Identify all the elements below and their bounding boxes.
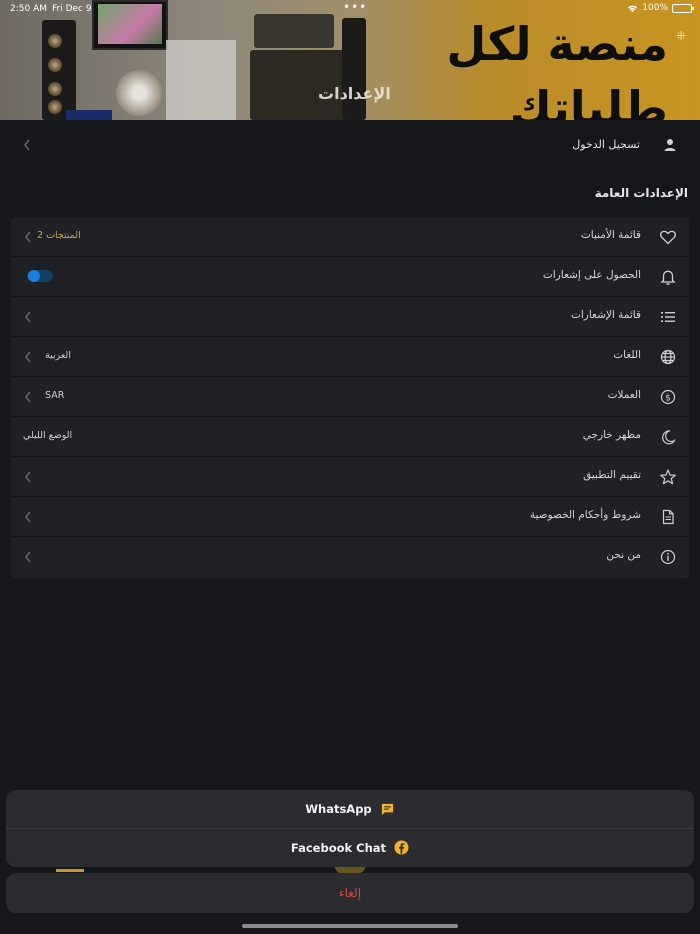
multitasking-dots-icon[interactable]: ••• [343, 0, 367, 14]
list-icon [659, 308, 677, 326]
settings-row-notifications: الحصول على إشعارات [11, 257, 689, 297]
chevron-left-icon [23, 470, 33, 484]
bell-icon [659, 268, 677, 286]
chat-bubble-icon [381, 803, 393, 815]
settings-row-privacy-terms[interactable]: شروط وأحكام الخصوصية [11, 497, 689, 537]
facebook-icon [394, 840, 409, 855]
language-value: العربية [45, 350, 71, 361]
status-date: Fri Dec 9 [52, 4, 92, 14]
settings-row-label: من نحن [606, 549, 641, 561]
settings-row-label: تقييم التطبيق [583, 469, 641, 481]
settings-row-label: الحصول على إشعارات [542, 269, 641, 281]
appliance-image [166, 40, 236, 120]
header-banner: منصة لكل طلباتك الإعدادات ⁜ 2:50 AM Fri … [0, 0, 700, 120]
settings-row-rate-app[interactable]: تقييم التطبيق [11, 457, 689, 497]
currency-value: SAR [45, 390, 65, 401]
star-icon [659, 468, 677, 486]
speaker-cone [48, 34, 62, 48]
tab-indicator [56, 869, 84, 872]
heart-icon [659, 228, 677, 246]
settings-row-appearance[interactable]: مظهر خارجي الوضع الليلي [11, 417, 689, 457]
settings-row-wishlist[interactable]: قائمة الأمنيات 2 المنتجات [11, 217, 689, 257]
facebook-chat-option[interactable]: Facebook Chat [6, 828, 694, 866]
appearance-value: الوضع الليلي [23, 430, 73, 441]
chevron-left-icon [23, 550, 33, 564]
chevron-left-icon [23, 230, 33, 244]
page-title: الإعدادات [318, 84, 391, 103]
status-right: 100% [627, 3, 694, 13]
action-sheet: WhatsApp Facebook Chat [6, 790, 694, 867]
notifications-toggle[interactable] [27, 270, 53, 282]
option-label: Facebook Chat [290, 840, 387, 855]
cancel-label: إلغاء [338, 886, 362, 900]
globe-icon [659, 348, 677, 366]
wifi-icon [628, 5, 638, 12]
person-icon [662, 137, 678, 153]
settings-row-label: شروط وأحكام الخصوصية [529, 509, 641, 521]
grid-icon[interactable]: ⁜ [676, 30, 688, 42]
chevron-left-icon [23, 390, 33, 404]
cancel-button[interactable]: إلغاء [6, 873, 694, 913]
speaker-cone [48, 100, 62, 114]
settings-row-notification-list[interactable]: قائمة الإشعارات [11, 297, 689, 337]
dish-image [116, 70, 162, 116]
battery-icon [672, 3, 694, 13]
whatsapp-option[interactable]: WhatsApp [6, 790, 694, 828]
chevron-left-icon [23, 350, 33, 364]
document-icon [659, 508, 677, 526]
info-icon [659, 548, 677, 566]
settings-row-label: قائمة الأمنيات [580, 229, 641, 241]
banner-headline: منصة لكل طلباتك [446, 17, 668, 120]
settings-row-label: اللغات [613, 349, 641, 361]
chevron-left-icon [22, 138, 32, 152]
battery-percent: 100% [642, 3, 668, 13]
settings-row-currencies[interactable]: $ العملات SAR [11, 377, 689, 417]
settings-row-languages[interactable]: اللغات العربية [11, 337, 689, 377]
settings-list: قائمة الأمنيات 2 المنتجات الحصول على إشع… [11, 217, 689, 578]
status-time: 2:50 AM [10, 4, 47, 14]
receiver-image [254, 14, 334, 48]
login-label: تسجيل الدخول [572, 138, 640, 151]
settings-row-about[interactable]: من نحن [11, 537, 689, 577]
home-indicator [242, 924, 458, 928]
chevron-left-icon [23, 510, 33, 524]
laptop-image [66, 110, 112, 120]
speaker-cone [48, 58, 62, 72]
speaker-cone [48, 82, 62, 96]
option-label: WhatsApp [305, 802, 372, 816]
dollar-circle-icon: $ [659, 388, 677, 406]
login-row[interactable]: تسجيل الدخول [0, 124, 700, 166]
status-bar: 2:50 AM Fri Dec 9 ••• 100% [0, 0, 700, 18]
section-title: الإعدادات العامة [594, 186, 688, 200]
speaker-image [342, 18, 366, 120]
settings-row-label: العملات [607, 389, 641, 401]
wishlist-count: 2 المنتجات [37, 230, 81, 241]
chevron-left-icon [23, 310, 33, 324]
settings-row-label: مظهر خارجي [582, 429, 641, 441]
toggle-knob [28, 270, 40, 282]
moon-icon [659, 428, 677, 446]
settings-row-label: قائمة الإشعارات [570, 309, 641, 321]
svg-text:$: $ [665, 393, 671, 403]
